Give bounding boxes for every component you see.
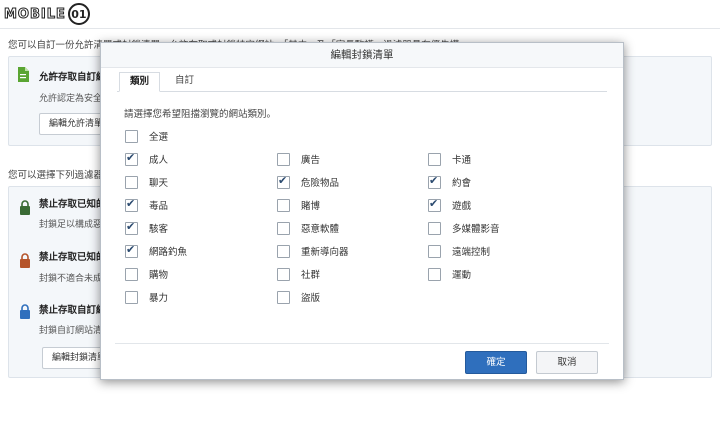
category-option[interactable]: 遠端控制 [428, 244, 490, 258]
category-label: 成人 [149, 155, 169, 166]
category-label: 惡意軟體 [301, 224, 340, 235]
category-option[interactable]: ✔ 遊戲 [428, 196, 472, 212]
checkmark-icon: ✔ [429, 196, 439, 210]
category-option[interactable]: 多媒體影音 [428, 221, 500, 235]
document-icon [18, 67, 29, 82]
category-label: 社群 [301, 270, 321, 281]
category-label: 網路釣魚 [149, 247, 188, 258]
filter-intro-text: 您可以選擇下列過濾器 [8, 170, 104, 181]
category-option[interactable]: 賭博 [277, 198, 320, 212]
category-label: 多媒體影音 [452, 224, 500, 235]
select-all-checkbox[interactable] [125, 129, 138, 143]
category-label: 賭博 [301, 201, 321, 212]
category-option[interactable]: ✔ 約會 [428, 173, 472, 189]
category-checkbox[interactable] [277, 267, 290, 281]
tab-category[interactable]: 類別 [119, 72, 161, 92]
category-checkbox[interactable]: ✔ [125, 242, 138, 258]
checkmark-icon: ✔ [278, 173, 288, 187]
lock-icon [20, 253, 30, 268]
select-all-option[interactable]: 全選 [125, 129, 168, 143]
category-label: 購物 [149, 270, 169, 281]
category-checkbox[interactable]: ✔ [428, 173, 441, 189]
category-label: 危險物品 [301, 178, 340, 189]
select-all-label: 全選 [149, 132, 169, 143]
checkmark-icon: ✔ [126, 242, 136, 256]
category-label: 駭客 [149, 224, 169, 235]
site-logo: MOBILE 01 [4, 3, 90, 25]
category-label: 聊天 [149, 178, 169, 189]
category-checkbox[interactable] [277, 290, 290, 304]
category-checkbox[interactable] [277, 244, 290, 258]
category-checkbox[interactable]: ✔ [125, 150, 138, 166]
category-option[interactable]: ✔ 毒品 [125, 196, 169, 212]
category-checkbox[interactable] [277, 198, 290, 212]
category-option[interactable]: ✔ 危險物品 [277, 173, 340, 189]
cancel-button[interactable]: 取消 [536, 351, 598, 374]
category-option[interactable]: ✔ 成人 [125, 150, 169, 166]
category-checkbox[interactable] [125, 290, 138, 304]
ok-button[interactable]: 確定 [465, 351, 527, 374]
tab-custom[interactable]: 自訂 [165, 72, 204, 90]
category-checkbox[interactable]: ✔ [125, 196, 138, 212]
category-option[interactable]: 暴力 [125, 290, 168, 304]
category-label: 卡通 [452, 155, 472, 166]
category-label: 運動 [452, 270, 472, 281]
category-option[interactable]: 卡通 [428, 152, 471, 166]
dialog-tabs: 類別 自訂 [117, 69, 607, 92]
logo-text: MOBILE [4, 6, 66, 22]
category-checkbox[interactable] [125, 267, 138, 281]
category-checkbox[interactable] [125, 175, 138, 189]
category-option[interactable]: ✔ 網路釣魚 [125, 242, 188, 258]
category-label: 毒品 [149, 201, 169, 212]
checkmark-icon: ✔ [126, 150, 136, 164]
category-label: 盜版 [301, 293, 321, 304]
category-option[interactable]: 運動 [428, 267, 471, 281]
dialog-instruction: 請選擇您希望阻擋瀏覽的網站類別。 [124, 109, 277, 120]
category-option[interactable]: ✔ 駭客 [125, 219, 169, 235]
category-label: 遠端控制 [452, 247, 491, 258]
category-label: 暴力 [149, 293, 169, 304]
category-label: 約會 [452, 178, 472, 189]
header-divider [0, 28, 720, 29]
category-checkbox[interactable] [277, 221, 290, 235]
category-option[interactable]: 社群 [277, 267, 320, 281]
category-option[interactable]: 惡意軟體 [277, 221, 339, 235]
category-label: 遊戲 [452, 201, 472, 212]
category-checkbox[interactable] [428, 267, 441, 281]
dialog-title: 編輯封鎖清單 [101, 43, 623, 68]
lock-icon [20, 304, 30, 319]
checkmark-icon: ✔ [126, 219, 136, 233]
category-option[interactable]: 重新導向器 [277, 244, 349, 258]
category-checkbox[interactable] [428, 152, 441, 166]
category-checkbox[interactable]: ✔ [277, 173, 290, 189]
lock-icon [20, 200, 30, 215]
category-option[interactable]: 聊天 [125, 175, 168, 189]
checkmark-icon: ✔ [429, 173, 439, 187]
dialog-footer-divider [115, 343, 609, 344]
category-checkbox[interactable] [428, 221, 441, 235]
category-checkbox[interactable]: ✔ [428, 196, 441, 212]
category-checkbox[interactable] [428, 244, 441, 258]
category-option[interactable]: 盜版 [277, 290, 320, 304]
category-label: 重新導向器 [301, 247, 349, 258]
edit-block-list-dialog: 編輯封鎖清單 類別 自訂 請選擇您希望阻擋瀏覽的網站類別。 全選 ✔ 成人 廣告 卡通… [100, 42, 624, 380]
category-checkbox[interactable] [277, 152, 290, 166]
logo-mark: 01 [67, 3, 90, 25]
category-checkbox[interactable]: ✔ [125, 219, 138, 235]
category-option[interactable]: 廣告 [277, 152, 320, 166]
category-label: 廣告 [301, 155, 321, 166]
checkmark-icon: ✔ [126, 196, 136, 210]
category-option[interactable]: 購物 [125, 267, 168, 281]
